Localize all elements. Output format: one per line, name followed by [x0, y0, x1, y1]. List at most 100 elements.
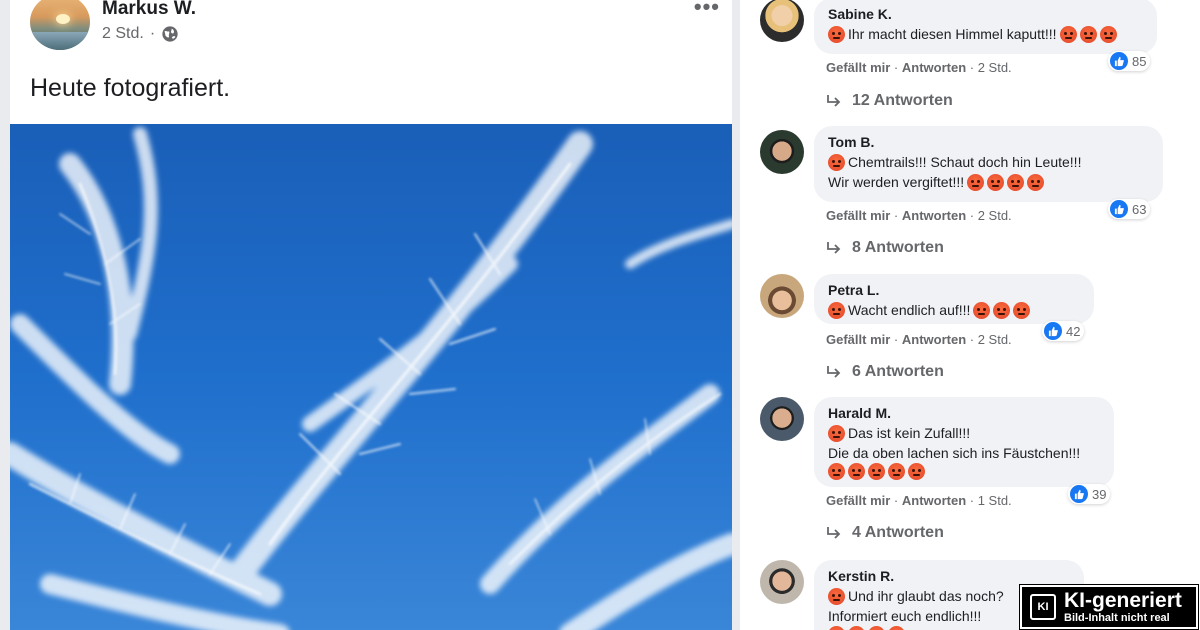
comment-line: Chemtrails!!! Schaut doch hin Leute!!! — [828, 152, 1149, 172]
like-link[interactable]: Gefällt mir — [826, 493, 890, 508]
angry-face-emoji — [1099, 25, 1117, 43]
comment-line: Die da oben lachen sich ins Fäustchen!!! — [828, 443, 1100, 463]
ai-chip-label: KI — [1037, 601, 1049, 613]
angry-face-emoji — [868, 626, 885, 630]
comment-text: Informiert euch endlich!!! — [828, 608, 982, 624]
reply-link[interactable]: Antworten — [902, 332, 966, 347]
comment-actions: Gefällt mir · Antworten · 1 Std. — [826, 493, 1012, 508]
angry-face-emoji — [1059, 25, 1077, 43]
reply-link[interactable]: Antworten — [902, 60, 966, 75]
angry-face-emoji — [1027, 173, 1045, 191]
angry-face-emoji — [828, 424, 845, 442]
like-count: 42 — [1066, 323, 1081, 339]
comment-avatar[interactable] — [760, 274, 804, 318]
ai-badge-subtitle: Bild-Inhalt nicht real — [1064, 611, 1170, 624]
view-replies-button[interactable]: 6 Antworten — [826, 363, 944, 381]
view-replies-button[interactable]: 12 Antworten — [826, 92, 953, 110]
like-count: 39 — [1092, 486, 1107, 502]
comment-time: 2 Std. — [977, 208, 1012, 223]
comment-avatar[interactable] — [760, 130, 804, 174]
reply-arrow-icon — [827, 95, 841, 107]
comment-actions: Gefällt mir · Antworten · 2 Std. — [826, 208, 1012, 223]
ai-badge-text: KI-generiert Bild-Inhalt nicht real — [1064, 588, 1182, 625]
replies-count: 8 Antworten — [852, 239, 944, 256]
commenter-name[interactable]: Sabine K. — [828, 4, 1143, 24]
comments-panel: Sabine K. Ihr macht diesen Himmel kaputt… — [740, 0, 1200, 630]
like-count: 85 — [1132, 53, 1147, 69]
comment-avatar[interactable] — [760, 560, 804, 604]
replies-count: 4 Antworten — [852, 524, 944, 541]
post-text: Heute fotografiert. — [30, 74, 231, 102]
comment-avatar[interactable] — [760, 397, 804, 441]
comment-bubble: Tom B. Chemtrails!!! Schaut doch hin Leu… — [814, 126, 1163, 202]
angry-face-emoji — [848, 626, 865, 630]
comment-bubble: Petra L. Wacht endlich auf!!! — [814, 274, 1094, 324]
angry-face-emoji — [828, 626, 845, 630]
post-photo[interactable] — [10, 124, 732, 630]
angry-face-emoji — [828, 153, 845, 171]
angry-face-emoji — [987, 173, 1005, 191]
post-meta: 2 Std. · — [102, 25, 179, 43]
comment-line: Das ist kein Zufall!!! — [828, 423, 1100, 443]
view-replies-button[interactable]: 8 Antworten — [826, 239, 944, 257]
thumbs-up-icon — [1110, 200, 1128, 218]
commenter-name[interactable]: Harald M. — [828, 403, 1100, 423]
globe-icon[interactable] — [161, 25, 179, 43]
commenter-name[interactable]: Kerstin R. — [828, 566, 1070, 586]
reply-arrow-icon — [827, 366, 841, 378]
angry-face-emoji — [848, 463, 865, 480]
reply-link[interactable]: Antworten — [902, 493, 966, 508]
commenter-name[interactable]: Tom B. — [828, 132, 1149, 152]
angry-face-emoji — [973, 301, 991, 319]
like-count-badge[interactable]: 42 — [1042, 321, 1085, 341]
comment-line: Ihr macht diesen Himmel kaputt!!! — [828, 24, 1143, 44]
angry-face-emoji — [888, 463, 905, 480]
reply-arrow-icon — [827, 527, 841, 539]
angry-face-emoji — [828, 25, 845, 43]
angry-face-emoji — [908, 463, 925, 480]
avatar-sun — [56, 14, 70, 24]
like-count-badge[interactable]: 39 — [1068, 484, 1111, 504]
comment-actions: Gefällt mir · Antworten · 2 Std. — [826, 332, 1012, 347]
ai-badge-title: KI-generiert — [1064, 588, 1182, 612]
comment-time: 2 Std. — [977, 332, 1012, 347]
post-time[interactable]: 2 Std. — [102, 25, 144, 43]
post-header: Markus W. 2 Std. · ••• — [30, 0, 720, 54]
avatar-lake — [30, 32, 90, 50]
like-link[interactable]: Gefällt mir — [826, 332, 890, 347]
angry-face-emoji — [993, 301, 1011, 319]
like-count-badge[interactable]: 63 — [1108, 199, 1151, 219]
more-horizontal-icon[interactable]: ••• — [694, 0, 720, 20]
meta-separator: · — [149, 25, 156, 42]
view-replies-button[interactable]: 4 Antworten — [826, 524, 944, 542]
thumbs-up-icon — [1044, 322, 1062, 340]
like-link[interactable]: Gefällt mir — [826, 208, 890, 223]
thumbs-up-icon — [1070, 485, 1088, 503]
author-avatar[interactable] — [30, 0, 90, 50]
angry-face-emoji — [1079, 25, 1097, 43]
angry-face-emoji — [967, 173, 985, 191]
comment-text: Die da oben lachen sich ins Fäustchen!!! — [828, 445, 1081, 461]
angry-face-emoji — [828, 301, 845, 319]
angry-face-emoji — [828, 463, 845, 480]
angry-face-emoji — [868, 463, 885, 480]
comment-text: Das ist kein Zufall!!! — [848, 425, 971, 441]
ai-chip-icon: KI — [1030, 594, 1056, 620]
like-link[interactable]: Gefällt mir — [826, 60, 890, 75]
post-author-name[interactable]: Markus W. — [102, 0, 196, 20]
comment-bubble: Sabine K. Ihr macht diesen Himmel kaputt… — [814, 0, 1157, 54]
like-count-badge[interactable]: 85 — [1108, 51, 1151, 71]
reply-arrow-icon — [827, 242, 841, 254]
comment-text: Wacht endlich auf!!! — [848, 302, 971, 318]
comment-text: Ihr macht diesen Himmel kaputt!!! — [848, 26, 1057, 42]
thumbs-up-icon — [1110, 52, 1128, 70]
comment-bubble: Harald M. Das ist kein Zufall!!! Die da … — [814, 397, 1114, 487]
angry-face-emoji — [828, 587, 845, 605]
angry-face-emoji — [888, 626, 905, 630]
commenter-name[interactable]: Petra L. — [828, 280, 1080, 300]
comment-actions: Gefällt mir · Antworten · 2 Std. — [826, 60, 1012, 75]
angry-face-emoji — [1013, 301, 1031, 319]
comment-avatar[interactable] — [760, 0, 804, 42]
reply-link[interactable]: Antworten — [902, 208, 966, 223]
angry-face-emoji — [1007, 173, 1025, 191]
